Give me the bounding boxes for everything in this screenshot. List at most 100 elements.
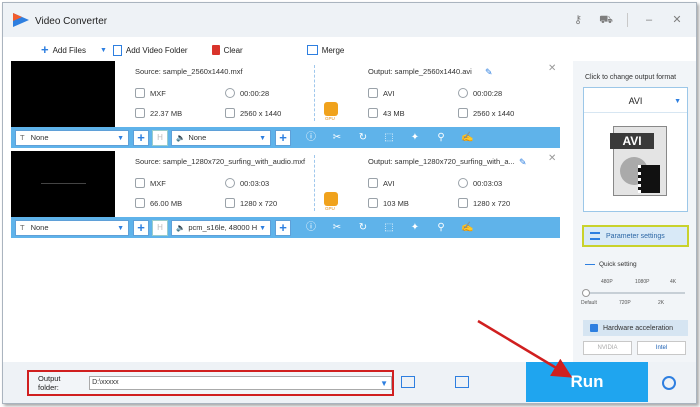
audio-select[interactable]: 🔈 pcm_s16le, 48000 H ▼ — [171, 219, 271, 236]
video-thumbnail[interactable] — [11, 61, 115, 127]
source-size-value: 22.37 MB — [150, 108, 183, 118]
source-size-value: 66.00 MB — [150, 198, 183, 208]
gpu-label: GPU — [325, 206, 335, 211]
add-subtitle-button[interactable]: + — [133, 219, 149, 236]
add-files-button[interactable]: + Add Files — [41, 42, 86, 57]
parameter-settings-label: Parameter settings — [606, 232, 665, 240]
info-icon[interactable]: ⓘ — [305, 132, 317, 144]
clock-icon — [458, 178, 468, 188]
add-video-folder-button[interactable]: Add Video Folder — [112, 44, 188, 56]
hardware-acceleration-toggle[interactable]: Hardware acceleration — [583, 320, 688, 336]
output-size-value: 43 MB — [383, 108, 405, 118]
add-audio-button[interactable]: + — [275, 219, 291, 236]
source-size: 66.00 MB — [135, 198, 182, 208]
edit-name-icon[interactable]: ✎ — [485, 67, 493, 78]
edit-name-icon[interactable]: ✎ — [519, 157, 527, 168]
output-folder-box: Output folder: D:\xxxxx ▼ — [27, 370, 394, 396]
run-button[interactable]: Run — [526, 362, 648, 402]
clear-label: Clear — [223, 45, 243, 55]
output-folder-field[interactable]: D:\xxxxx ▼ — [89, 376, 392, 390]
nvidia-label: NVIDIA — [597, 345, 618, 351]
cut-icon[interactable]: ✂ — [331, 222, 343, 234]
edit-subtitle-icon[interactable]: ✍ — [461, 132, 473, 144]
film-graphic — [638, 165, 660, 193]
add-files-label: Add Files — [52, 45, 86, 55]
output-filename: Output: sample_2560x1440.avi — [368, 67, 472, 76]
subtitle-select[interactable]: T None ▼ — [15, 219, 129, 236]
minimize-button[interactable]: – — [642, 13, 656, 27]
remove-item-icon[interactable]: ✕ — [548, 63, 556, 74]
output-format-value: AVI — [383, 88, 395, 98]
source-resolution: 1280 x 720 — [225, 198, 277, 208]
clear-button[interactable]: Clear — [211, 45, 243, 55]
parameter-settings-button[interactable]: Parameter settings — [582, 225, 689, 247]
intel-label: Intel — [655, 345, 668, 351]
gpu-icon — [324, 102, 338, 116]
bottom-bar: Output folder: D:\xxxxx ▼ Run — [3, 362, 696, 403]
output-resolution-value: 1280 x 720 — [473, 198, 511, 208]
quality-slider-handle[interactable] — [582, 289, 590, 297]
quick-setting-line — [585, 264, 595, 265]
resolution-icon — [458, 108, 468, 118]
gpu-icon — [324, 192, 338, 206]
clock-icon — [225, 178, 235, 188]
video-thumbnail[interactable] — [11, 151, 115, 217]
close-button[interactable]: ✕ — [670, 13, 684, 27]
divider — [314, 65, 315, 121]
quality-slider[interactable] — [586, 292, 685, 294]
source-resolution: 2560 x 1440 — [225, 108, 281, 118]
effects-icon[interactable]: ✦ — [409, 222, 421, 234]
subtitle-select[interactable]: T None ▼ — [15, 129, 129, 146]
open-folder-icon[interactable] — [401, 376, 415, 388]
output-resolution-value: 2560 x 1440 — [473, 108, 515, 118]
crop-icon[interactable]: ⬚ — [383, 132, 395, 144]
quality-tick-1080p: 1080P — [635, 279, 650, 285]
add-files-dropdown-icon[interactable]: ▼ — [100, 47, 107, 54]
effects-icon[interactable]: ✦ — [409, 132, 421, 144]
cut-icon[interactable]: ✂ — [331, 132, 343, 144]
key-icon[interactable]: ⚷ — [571, 13, 585, 27]
add-audio-button[interactable]: + — [275, 129, 291, 146]
output-size-value: 103 MB — [383, 198, 409, 208]
output-size: 43 MB — [368, 108, 405, 118]
file-list-empty-area[interactable] — [11, 241, 560, 361]
audio-select[interactable]: 🔈 None ▼ — [171, 129, 271, 146]
intel-button[interactable]: Intel — [637, 341, 686, 355]
hard-subtitle-button[interactable]: H — [152, 129, 168, 146]
quality-tick-2k: 2K — [658, 300, 665, 306]
watermark-icon[interactable]: ⚲ — [435, 222, 447, 234]
quality-tick-default: Default — [581, 300, 597, 306]
source-filename: Source: sample_2560x1440.mxf — [135, 67, 243, 76]
output-format-selector[interactable]: AVI ▼ AVI — [583, 87, 688, 212]
output-format-value: AVI — [383, 178, 395, 188]
plus-icon: + — [41, 42, 49, 57]
source-duration-value: 00:00:28 — [240, 88, 270, 98]
info-icon[interactable]: ⓘ — [305, 222, 317, 234]
alarm-clock-icon[interactable] — [662, 376, 676, 390]
output-format-name: AVI — [628, 96, 643, 106]
rotate-icon[interactable]: ↻ — [357, 132, 369, 144]
hard-subtitle-button[interactable]: H — [152, 219, 168, 236]
edit-subtitle-icon[interactable]: ✍ — [461, 222, 473, 234]
chevron-down-icon: ▼ — [259, 224, 266, 232]
rotate-icon[interactable]: ↻ — [357, 222, 369, 234]
quick-setting-label: Quick setting — [599, 261, 637, 268]
add-subtitle-button[interactable]: + — [133, 129, 149, 146]
source-duration-value: 00:03:03 — [240, 178, 270, 188]
watermark-icon[interactable]: ⚲ — [435, 132, 447, 144]
nvidia-button[interactable]: NVIDIA — [583, 341, 632, 355]
source-format-value: MXF — [150, 88, 166, 98]
cart-icon[interactable]: ⛟ — [599, 13, 613, 27]
trash-icon — [211, 45, 220, 55]
merge-button[interactable]: Merge — [306, 45, 344, 55]
file-item[interactable]: Source: sample_2560x1440.mxf MXF 00:00:2… — [11, 61, 560, 127]
file-item[interactable]: Source: sample_1280x720_surfing_with_aud… — [11, 151, 560, 217]
format-icon — [135, 88, 145, 98]
app-window: Video Converter ⚷ ⛟ – ✕ + Add Files ▼ Ad… — [2, 2, 697, 404]
remove-item-icon[interactable]: ✕ — [548, 153, 556, 164]
output-list-icon[interactable] — [455, 376, 469, 388]
output-duration-value: 00:00:28 — [473, 88, 503, 98]
crop-icon[interactable]: ⬚ — [383, 222, 395, 234]
source-duration: 00:03:03 — [225, 178, 269, 188]
divider — [627, 13, 628, 27]
